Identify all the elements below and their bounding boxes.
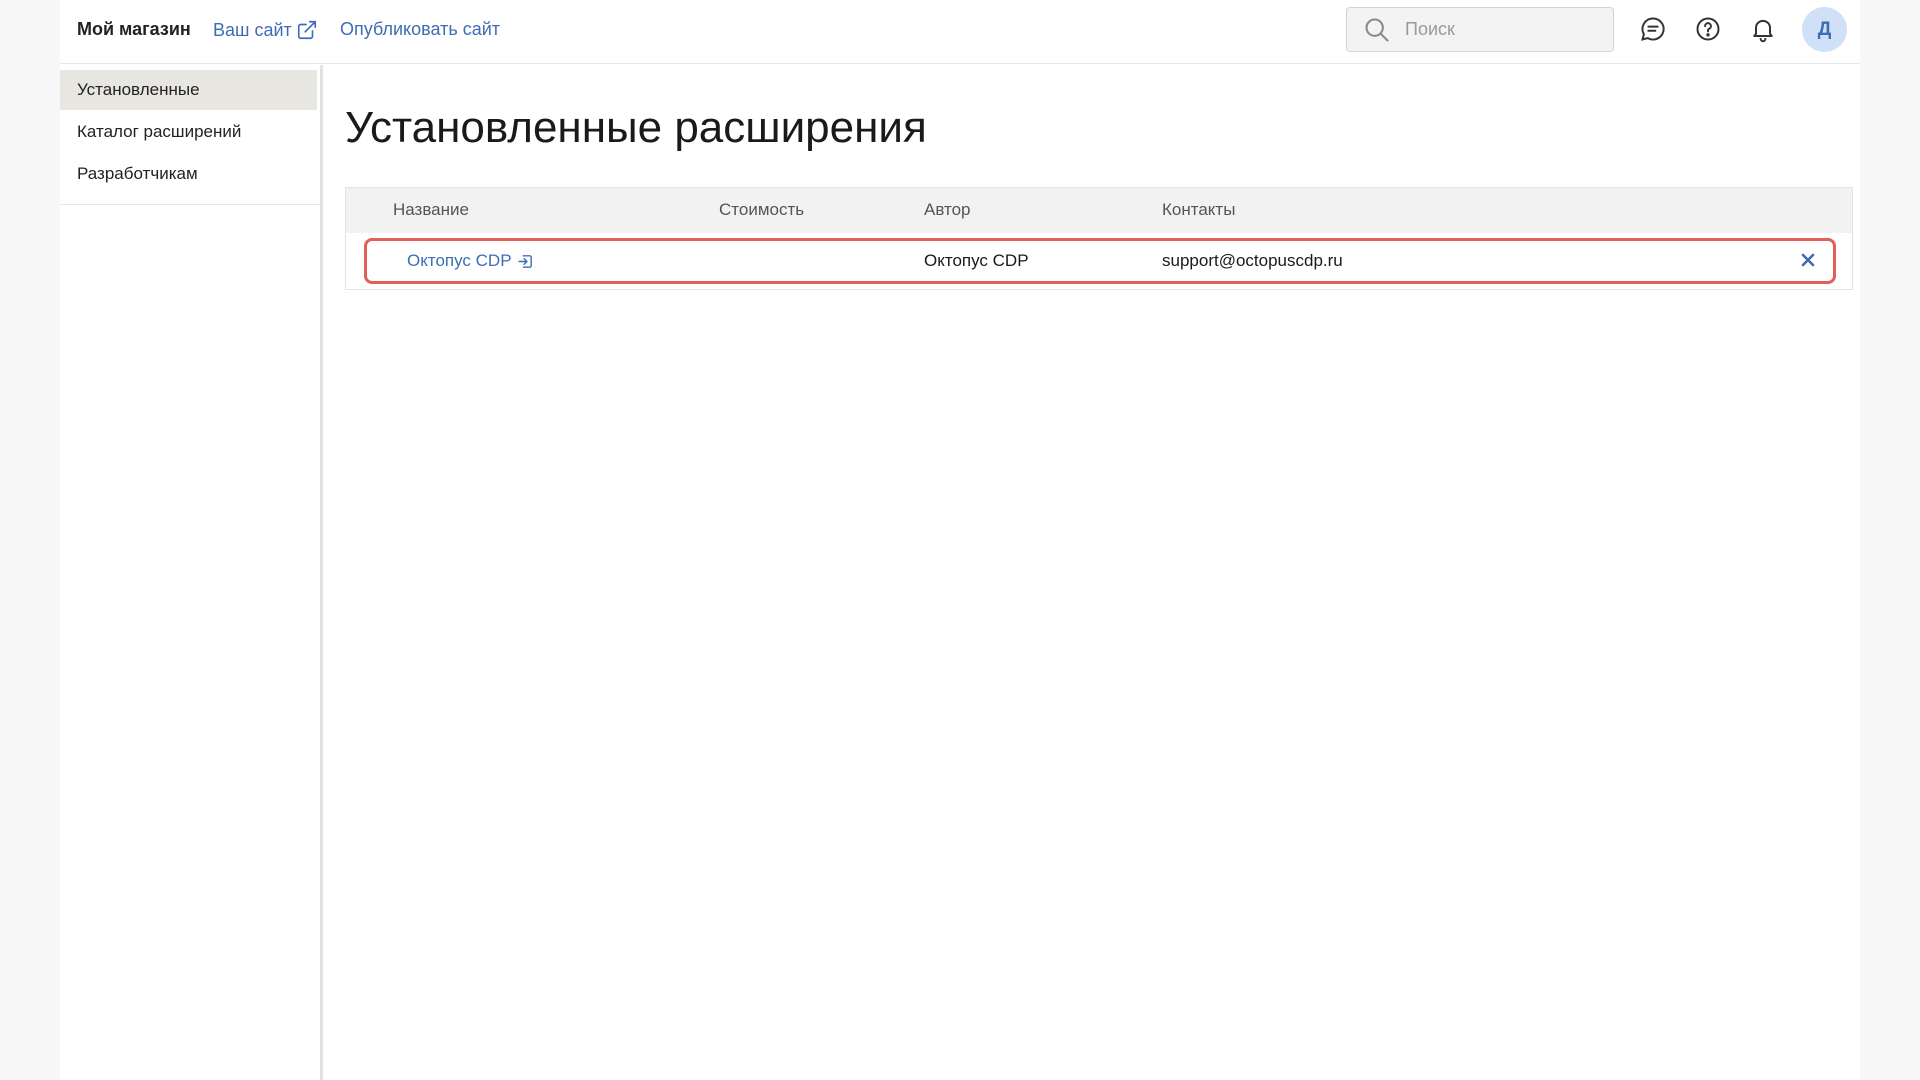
chat-button[interactable] bbox=[1638, 14, 1668, 44]
notifications-button[interactable] bbox=[1748, 14, 1778, 44]
app-window: Мой магазин Ваш сайт Опубликовать сайт П… bbox=[60, 0, 1860, 1080]
column-header-price: Стоимость bbox=[719, 200, 805, 219]
chat-icon bbox=[1641, 17, 1665, 41]
top-bar: Мой магазин Ваш сайт Опубликовать сайт П… bbox=[60, 0, 1860, 64]
store-name[interactable]: Мой магазин bbox=[77, 19, 191, 40]
table-row: Октопус CDP Октопус CDP support@octopusc… bbox=[364, 238, 1836, 284]
avatar[interactable]: Д bbox=[1802, 7, 1847, 52]
search-box[interactable] bbox=[1346, 7, 1614, 52]
extension-name-link[interactable]: Октопус CDP bbox=[407, 251, 534, 271]
search-input[interactable] bbox=[1405, 19, 1595, 40]
table-header: Название Стоимость Автор Контакты bbox=[346, 188, 1852, 233]
your-site-label: Ваш сайт bbox=[213, 19, 292, 40]
bell-icon bbox=[1753, 19, 1773, 43]
publish-site-link[interactable]: Опубликовать сайт bbox=[340, 19, 500, 40]
page-title: Установленные расширения bbox=[345, 103, 927, 152]
remove-extension-button[interactable] bbox=[1797, 249, 1819, 271]
help-icon bbox=[1696, 17, 1720, 41]
your-site-link[interactable]: Ваш сайт bbox=[213, 19, 318, 41]
extension-name: Октопус CDP bbox=[407, 251, 512, 270]
sidebar: Установленные Каталог расширений Разрабо… bbox=[60, 65, 323, 1080]
sidebar-menu: Установленные Каталог расширений Разрабо… bbox=[60, 70, 320, 205]
column-header-author: Автор bbox=[924, 200, 971, 219]
close-icon bbox=[1801, 253, 1815, 267]
column-header-name: Название bbox=[393, 200, 469, 219]
sidebar-item-catalog[interactable]: Каталог расширений bbox=[60, 112, 317, 152]
extensions-table: Название Стоимость Автор Контакты Октопу… bbox=[345, 187, 1853, 290]
external-link-icon bbox=[297, 20, 316, 40]
sidebar-item-developers[interactable]: Разработчикам bbox=[60, 154, 317, 194]
open-app-icon bbox=[517, 254, 532, 268]
help-button[interactable] bbox=[1693, 14, 1723, 44]
extension-contacts: support@octopuscdp.ru bbox=[1162, 251, 1343, 270]
sidebar-item-installed[interactable]: Установленные bbox=[60, 70, 317, 110]
column-header-contacts: Контакты bbox=[1162, 200, 1236, 219]
search-icon bbox=[1365, 17, 1389, 42]
extension-author: Октопус CDP bbox=[924, 251, 1029, 270]
